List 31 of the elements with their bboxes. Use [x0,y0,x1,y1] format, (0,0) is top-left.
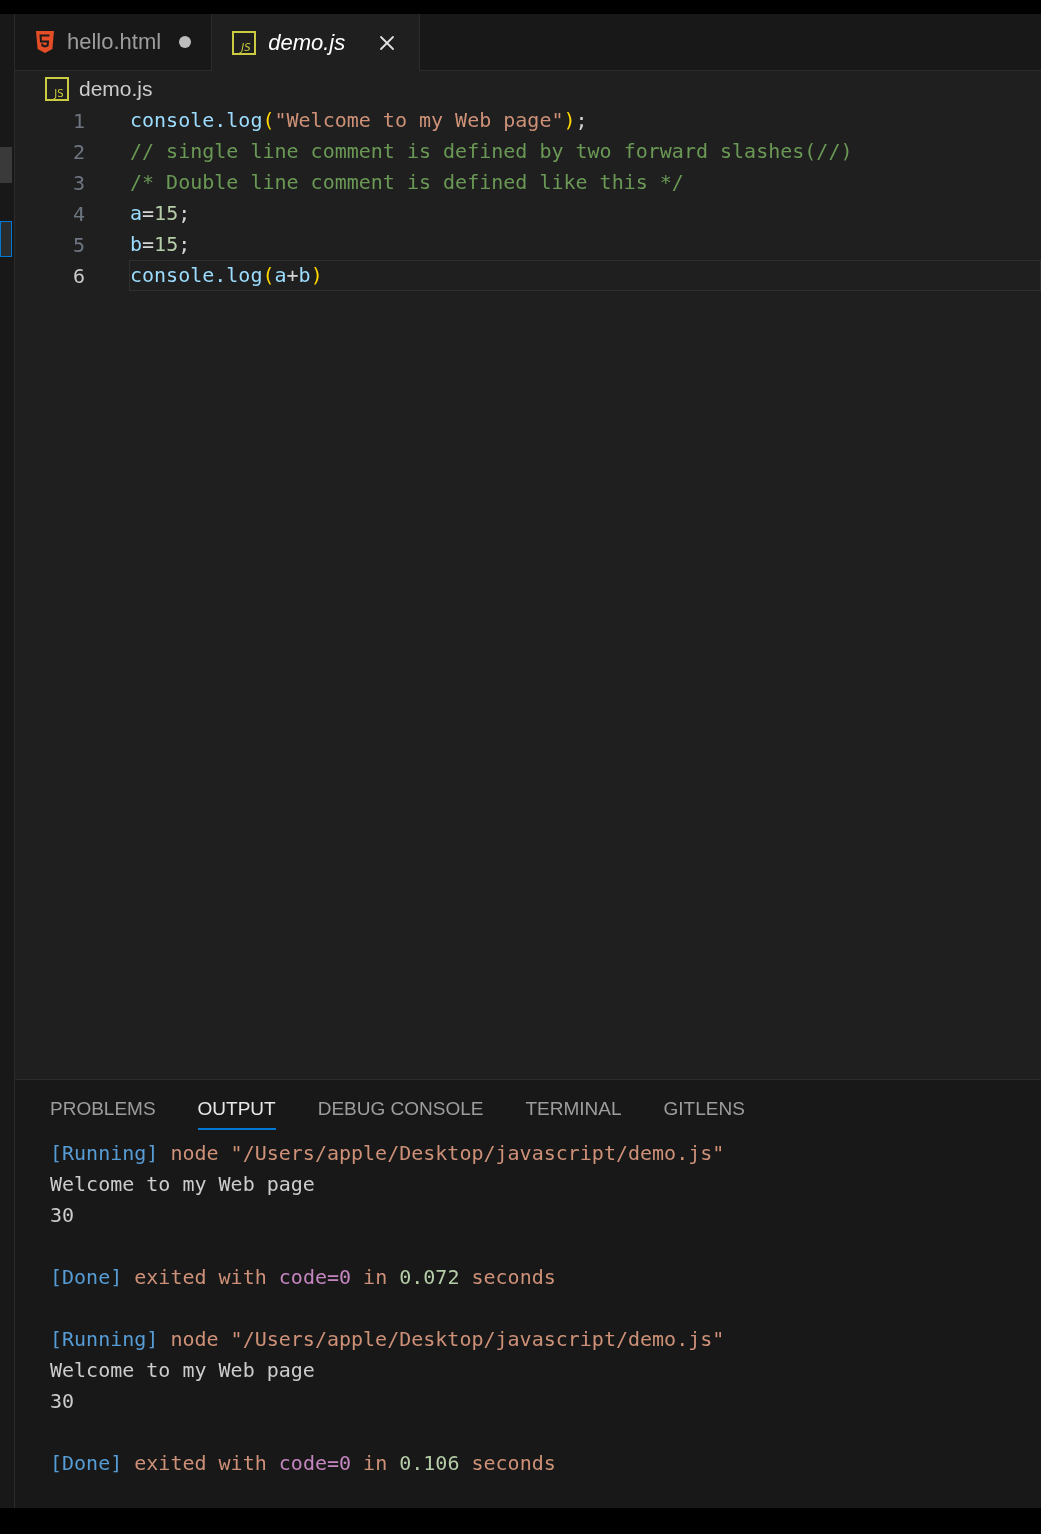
code-line: // single line comment is defined by two forward slashes(//) [129,138,854,165]
line-number: 3 [71,170,85,195]
output-line: [Running] node "/Users/apple/Desktop/javascript/demo.js" [50,1140,726,1167]
line-number: 6 [71,263,85,288]
html5-icon [35,31,55,53]
output-line: [Running] node "/Users/apple/Desktop/javascript/demo.js" [50,1326,726,1353]
output-line: 30 [50,1388,76,1415]
code-line: /* Double line comment is defined like this */ [129,169,685,196]
unsaved-dot-icon [179,36,192,48]
panel-tab[interactable]: DEBUG CONSOLE [317,1098,484,1130]
panel-tab[interactable]: TERMINAL [525,1098,622,1130]
line-number: 5 [71,232,85,257]
code-line: a=15; [129,200,192,227]
editor-tab[interactable]: JS demo.js [212,14,421,71]
output-line: 30 [50,1202,76,1229]
breadcrumb-file[interactable]: demo.js [79,77,153,101]
line-number: 4 [71,201,85,226]
output-line: Welcome to my Web page [50,1171,316,1198]
panel-tab[interactable]: PROBLEMS [50,1098,156,1130]
js-file-icon: JS [45,77,69,101]
line-number: 2 [71,139,85,164]
panel-tab[interactable]: OUTPUT [197,1098,276,1130]
panel-tab[interactable]: GITLENS [663,1098,745,1130]
line-number: 1 [71,108,85,133]
sidebar-edge [0,147,12,183]
output-line: [Done] exited with code=0 in 0.072 seconds [50,1264,557,1291]
code-line: console.log("Welcome to my Web page"); [129,107,589,134]
output-line: Welcome to my Web page [50,1357,316,1384]
code-line: b=15; [129,231,192,258]
js-file-icon: JS [232,30,257,55]
output-line: [Done] exited with code=0 in 0.106 seconds [50,1450,557,1477]
